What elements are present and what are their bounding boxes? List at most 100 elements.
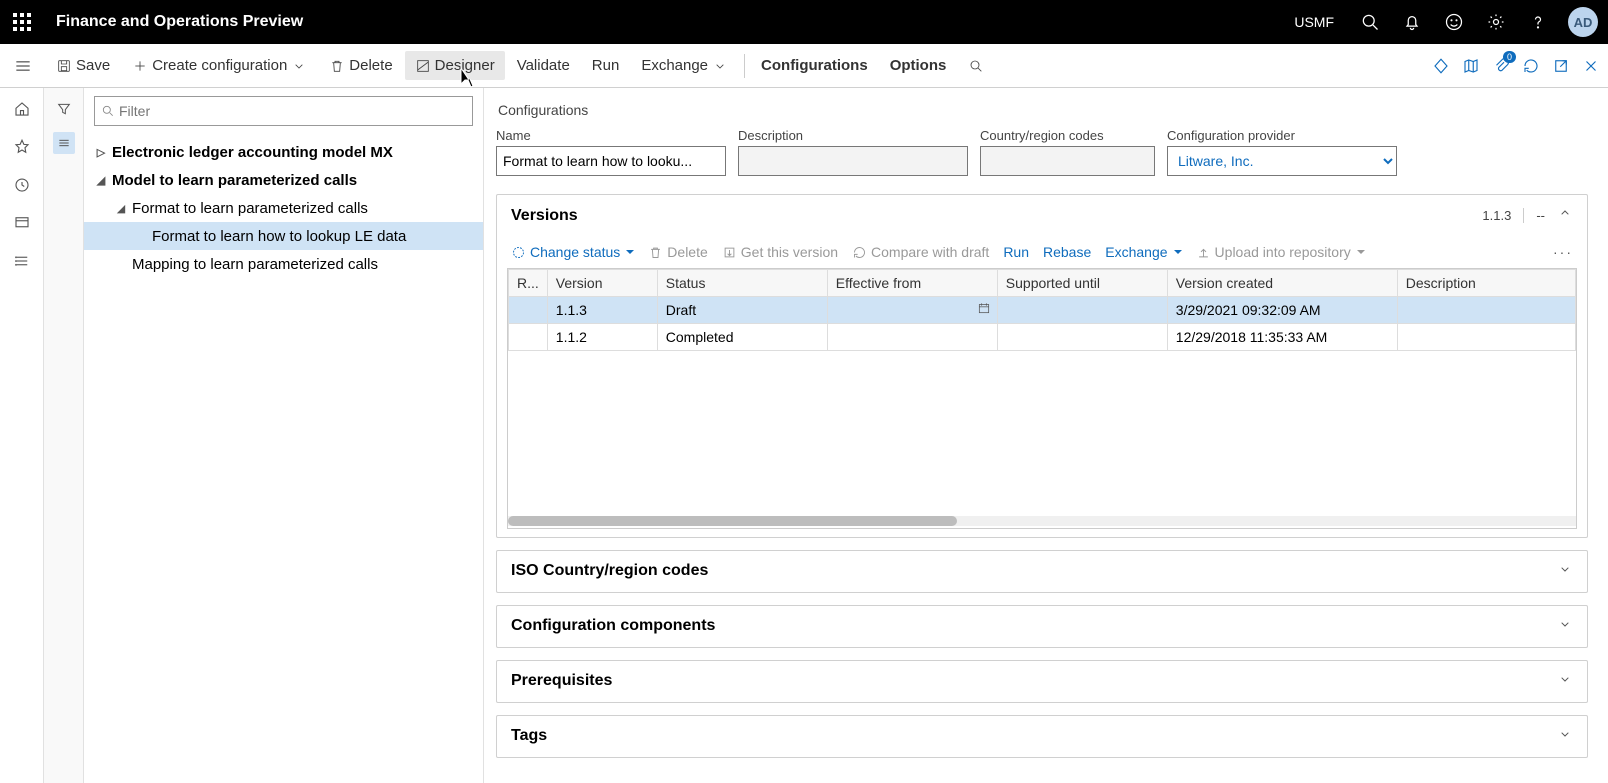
diamond-icon[interactable]	[1430, 55, 1452, 77]
action-right-icons: 0	[1430, 55, 1602, 77]
col-supported[interactable]: Supported until	[997, 270, 1167, 297]
star-icon[interactable]	[11, 136, 33, 158]
run-label: Run	[592, 57, 620, 74]
tree-node-mapping-param[interactable]: Mapping to learn parameterized calls	[84, 250, 483, 278]
tree-node-format-lookup-le[interactable]: Format to learn how to lookup LE data	[84, 222, 483, 250]
separator	[744, 54, 745, 78]
help-icon[interactable]	[1526, 10, 1550, 34]
chevron-down-icon	[1557, 726, 1573, 747]
description-field[interactable]	[738, 146, 968, 176]
map-icon[interactable]	[1460, 55, 1482, 77]
chevron-down-icon	[1557, 616, 1573, 637]
iso-section: ISO Country/region codes	[496, 550, 1588, 593]
chevron-up-icon	[1557, 205, 1573, 226]
search-icon	[101, 104, 115, 118]
col-version[interactable]: Version	[547, 270, 657, 297]
lines-icon[interactable]	[53, 132, 75, 154]
designer-label: Designer	[435, 57, 495, 74]
search-icon[interactable]	[1358, 10, 1382, 34]
col-effective[interactable]: Effective from	[827, 270, 997, 297]
tags-section: Tags	[496, 715, 1588, 758]
create-configuration-button[interactable]: Create configuration	[122, 51, 317, 80]
validate-button[interactable]: Validate	[507, 51, 580, 80]
ccr-field[interactable]	[980, 146, 1155, 176]
versions-title: Versions	[511, 207, 578, 225]
workspace-icon[interactable]	[11, 212, 33, 234]
bell-icon[interactable]	[1400, 10, 1424, 34]
versions-table: R... Version Status Effective from Suppo…	[507, 268, 1577, 529]
breadcrumb: Configurations	[498, 102, 1588, 118]
components-header[interactable]: Configuration components	[497, 606, 1587, 647]
exchange-button[interactable]: Exchange	[631, 51, 738, 80]
col-description[interactable]: Description	[1397, 270, 1575, 297]
chevron-down-icon	[291, 58, 307, 74]
gear-icon[interactable]	[1484, 10, 1508, 34]
avatar[interactable]: AD	[1568, 7, 1598, 37]
company-label[interactable]: USMF	[1294, 14, 1334, 30]
calendar-icon[interactable]	[977, 301, 991, 318]
app-launcher-icon[interactable]	[0, 0, 44, 44]
versions-current: 1.1.3	[1482, 208, 1511, 223]
tree-node-root-mx[interactable]: ▷Electronic ledger accounting model MX	[84, 138, 483, 166]
provider-select[interactable]: Litware, Inc.	[1167, 146, 1397, 176]
table-row[interactable]: 1.1.3 Draft 3/29/2021 09:32:09 AM	[509, 297, 1576, 324]
sub-rail	[44, 88, 84, 783]
versions-toolbar: Change status Delete Get this version Co…	[497, 236, 1587, 268]
compare-draft-button[interactable]: Compare with draft	[852, 244, 989, 260]
smiley-icon[interactable]	[1442, 10, 1466, 34]
components-section: Configuration components	[496, 605, 1588, 648]
prerequisites-header[interactable]: Prerequisites	[497, 661, 1587, 702]
options-button[interactable]: Options	[880, 51, 957, 80]
more-icon[interactable]: ···	[1553, 244, 1573, 260]
upload-repo-button[interactable]: Upload into repository	[1196, 244, 1365, 260]
recent-icon[interactable]	[11, 174, 33, 196]
expander-icon: ▷	[94, 146, 108, 159]
get-version-button[interactable]: Get this version	[722, 244, 838, 260]
prerequisites-section: Prerequisites	[496, 660, 1588, 703]
versions-dashes: --	[1523, 208, 1545, 223]
attachments-icon[interactable]: 0	[1490, 55, 1512, 77]
configurations-label: Configurations	[761, 57, 868, 74]
delete-button[interactable]: Delete	[319, 51, 402, 80]
popout-icon[interactable]	[1550, 55, 1572, 77]
expander-icon: ◢	[94, 174, 108, 187]
configurations-button[interactable]: Configurations	[751, 51, 878, 80]
version-run-button[interactable]: Run	[1003, 244, 1029, 260]
table-row[interactable]: 1.1.2 Completed 12/29/2018 11:35:33 AM	[509, 324, 1576, 351]
version-exchange-button[interactable]: Exchange	[1105, 244, 1181, 260]
home-icon[interactable]	[11, 98, 33, 120]
action-search-icon[interactable]	[958, 52, 994, 80]
funnel-icon[interactable]	[53, 98, 75, 120]
iso-header[interactable]: ISO Country/region codes	[497, 551, 1587, 592]
refresh-icon[interactable]	[1520, 55, 1542, 77]
modules-icon[interactable]	[11, 250, 33, 272]
hamburger-icon[interactable]	[6, 49, 40, 83]
tags-header[interactable]: Tags	[497, 716, 1587, 757]
config-tree: ▷Electronic ledger accounting model MX ◢…	[84, 134, 483, 282]
chevron-down-icon	[1557, 671, 1573, 692]
tree-node-format-param[interactable]: ◢Format to learn parameterized calls	[84, 194, 483, 222]
version-delete-button[interactable]: Delete	[648, 244, 707, 260]
save-button[interactable]: Save	[46, 51, 120, 80]
col-status[interactable]: Status	[657, 270, 827, 297]
filter-input[interactable]	[119, 103, 466, 119]
create-label: Create configuration	[152, 57, 287, 74]
change-status-button[interactable]: Change status	[511, 244, 634, 260]
horizontal-scrollbar[interactable]	[508, 516, 1576, 526]
rebase-button[interactable]: Rebase	[1043, 244, 1091, 260]
close-icon[interactable]	[1580, 55, 1602, 77]
chevron-down-icon	[712, 58, 728, 74]
label-description: Description	[738, 128, 968, 143]
versions-header[interactable]: Versions 1.1.3 --	[497, 195, 1587, 236]
exchange-label: Exchange	[641, 57, 708, 74]
label-ccr: Country/region codes	[980, 128, 1155, 143]
name-field[interactable]	[496, 146, 726, 176]
nav-rail	[0, 88, 44, 783]
tree-node-model-param[interactable]: ◢Model to learn parameterized calls	[84, 166, 483, 194]
top-right-tools: USMF AD	[1294, 7, 1608, 37]
col-created[interactable]: Version created	[1167, 270, 1397, 297]
run-button[interactable]: Run	[582, 51, 630, 80]
col-r[interactable]: R...	[509, 270, 548, 297]
filter-box[interactable]	[94, 96, 473, 126]
designer-button[interactable]: Designer	[405, 51, 505, 80]
